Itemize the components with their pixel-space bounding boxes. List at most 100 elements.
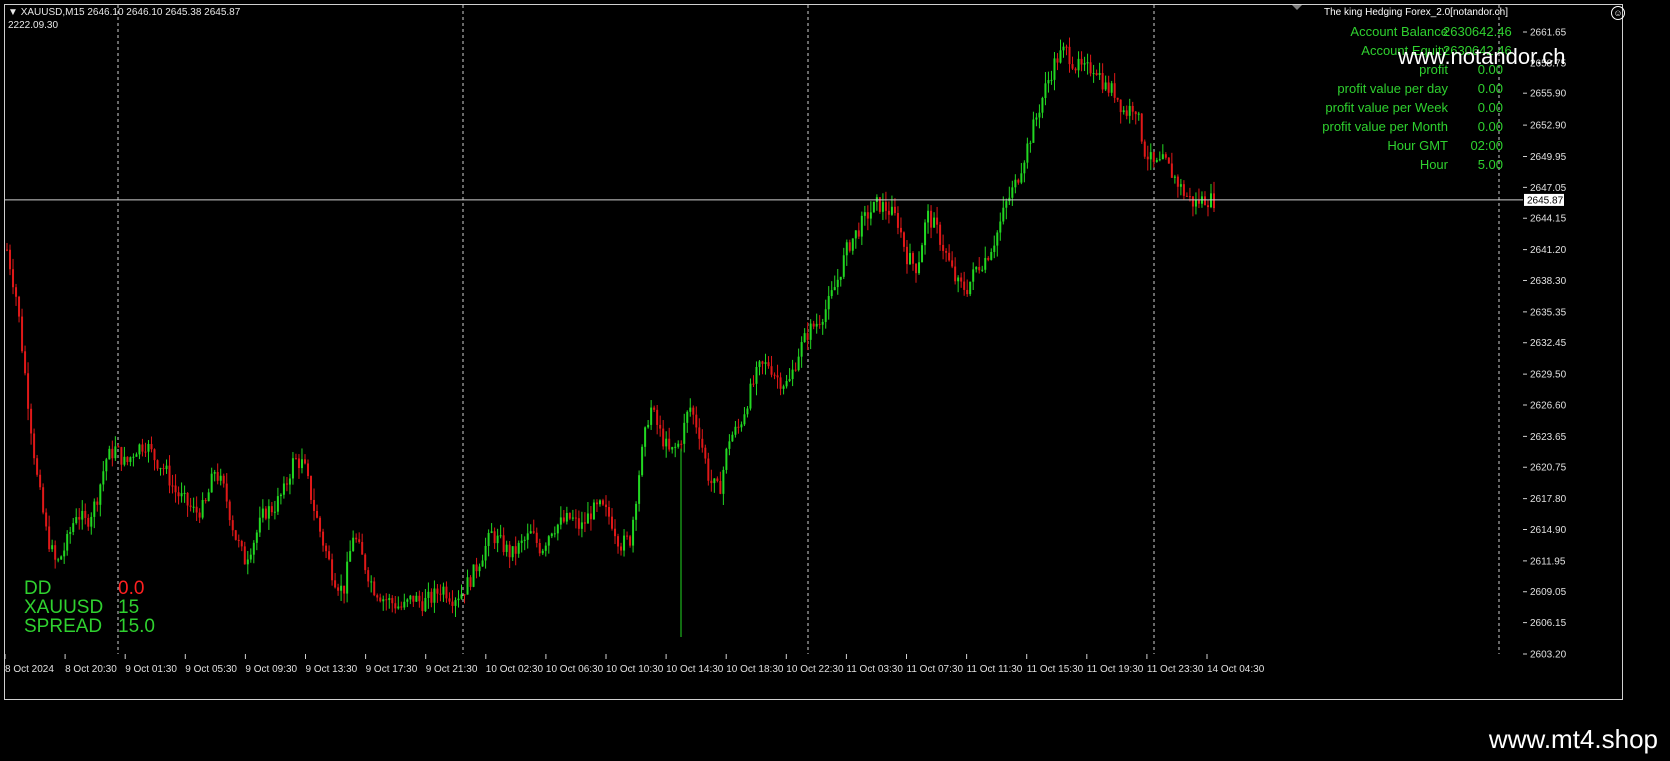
x-tick-label: 10 Oct 18:30 [726,664,784,675]
candle-body [255,532,258,543]
time-axis[interactable]: 8 Oct 2024 8 Oct 20:30 9 Oct 01:30 9 Oct 05… [4,654,1265,675]
candle-body [812,323,815,327]
candle-body [818,323,821,325]
candle-body [1191,196,1194,207]
candles [6,37,1215,637]
candle-body [93,501,96,517]
candle-body [617,536,620,547]
candle-body [674,446,677,448]
candle-body [1065,46,1068,48]
candle-body [951,260,954,267]
candle-body [806,333,809,340]
candle-body [78,517,81,520]
candle-body [927,210,930,223]
candle-body [279,494,282,497]
candle-body [1098,72,1101,76]
chart-window[interactable]: 2661.65 2658.75 2655.90 2652.90 2649.95 2647.… [0,0,1670,761]
price-axis[interactable]: 2661.652658.752655.902652.902649.952647.… [1523,28,1567,661]
candle-body [51,545,54,550]
candle-body [177,492,180,497]
candle-body [132,456,135,458]
candle-body [352,537,355,552]
candle-body [635,503,638,520]
candle-body [577,518,580,529]
y-tick-label: 2652.90 [1530,121,1567,132]
candle-body [123,456,126,465]
candle-body [153,449,156,461]
candle-body [228,501,231,521]
candle-body [24,351,27,374]
candle-body [607,507,610,517]
candle-body [1101,72,1104,90]
x-tick-label: 11 Oct 15:30 [1027,664,1084,675]
candle-body [1110,83,1113,93]
candle-body [999,221,1002,233]
candle-body [346,561,349,594]
candle-body [815,323,818,327]
candle-body [150,444,153,450]
candle-body [60,556,63,560]
scroll-marker-icon[interactable] [1292,5,1302,10]
candle-body [523,539,526,541]
candle-body [556,524,559,534]
candle-body [325,545,328,552]
candle-body [264,508,267,519]
candle-body [857,230,860,237]
x-tick-label: 11 Oct 23:30 [1147,664,1204,675]
candle-body [412,595,415,602]
sub-value: 2222.09.30 [8,20,59,31]
candle-body [1014,179,1017,188]
smiley-icon[interactable]: ☺ [1611,6,1625,20]
panel-label: Hour GMT [1387,138,1448,153]
candle-body [665,438,668,447]
candle-body [1107,82,1110,93]
candle-body [641,446,644,476]
candle-body [496,535,499,544]
candle-body [508,544,511,558]
candle-body [288,478,291,485]
candle-body [779,377,782,389]
y-tick-label: 2635.35 [1530,307,1567,318]
candle-body [63,550,66,557]
candle-body [463,594,466,596]
x-tick-label: 11 Oct 19:30 [1087,664,1144,675]
candle-body [770,366,773,375]
candle-body [821,321,824,325]
candle-body [942,244,945,251]
candle-body [930,210,933,228]
candle-body [653,407,656,410]
candle-body [469,577,472,587]
candle-body [1140,113,1143,142]
candle-body [297,458,300,469]
candle-body [972,269,975,282]
candle-body [842,255,845,277]
candle-body [433,588,436,603]
candle-body [1167,157,1170,164]
candle-body [114,446,117,459]
candle-body [69,532,72,534]
candle-body [1002,207,1005,222]
candle-body [860,215,863,237]
candle-body [1041,97,1044,113]
candle-body [890,206,893,215]
candle-body [647,424,650,428]
candle-body [987,257,990,260]
x-tick-label: 9 Oct 01:30 [125,664,177,675]
candle-body [159,468,162,470]
candle-body [90,516,93,527]
candle-body [562,517,565,522]
x-tick-label: 11 Oct 07:30 [907,664,964,675]
candle-body [936,217,939,225]
candle-body [990,251,993,260]
candle-body [406,599,409,602]
candle-body [222,475,225,484]
candle-body [48,526,51,550]
triangle-down-icon[interactable]: ▼ [8,7,18,18]
candle-body [541,550,544,554]
candle-body [300,459,303,469]
candle-body [1176,176,1179,187]
candle-body [192,506,195,508]
candle-body [794,369,797,371]
candle-body [400,606,403,608]
candle-body [1059,50,1062,63]
